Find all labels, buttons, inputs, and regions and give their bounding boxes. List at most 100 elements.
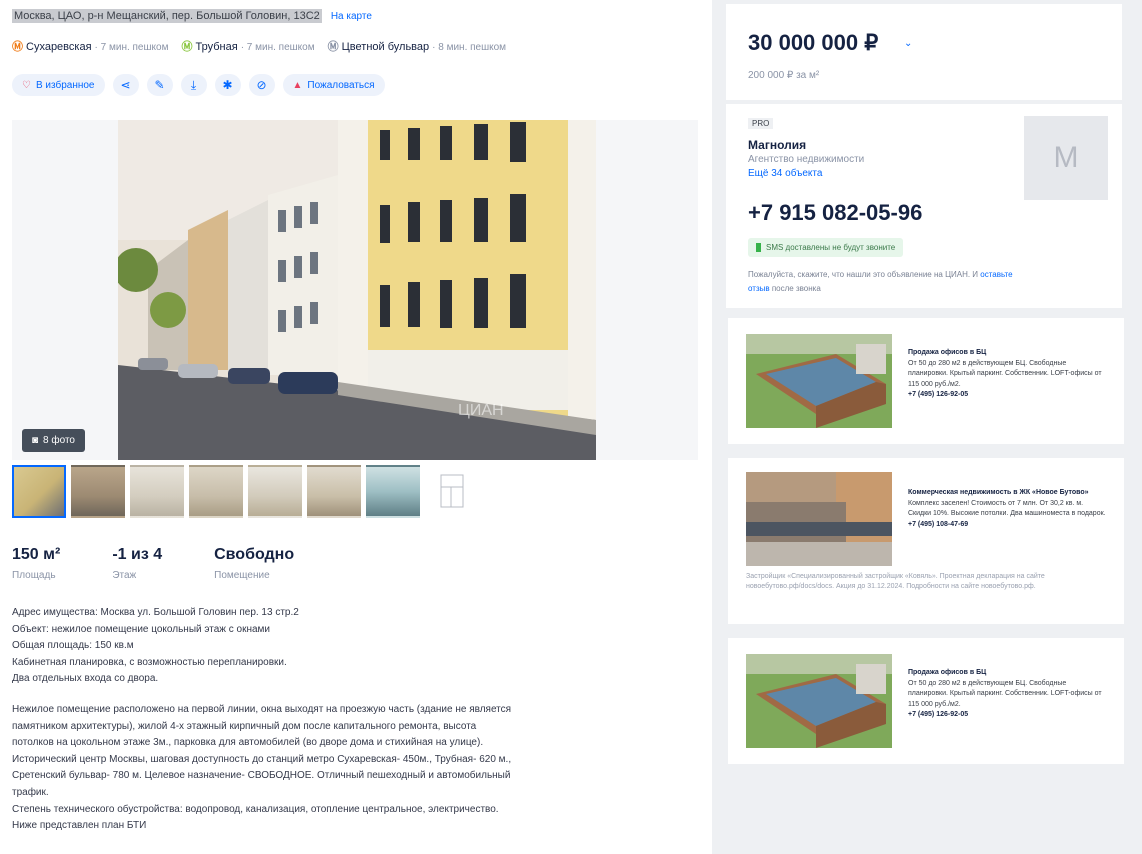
description-line: потолков на цокольном этаже 3м., парковк… — [12, 737, 484, 749]
address-text[interactable]: Москва, ЦАО, р-н Мещанский, пер. Большой… — [12, 9, 322, 23]
description-line: Нежилое помещение расположено на первой … — [12, 703, 512, 715]
mention-text: Пожалуйста, скажите, что нашли это объяв… — [748, 270, 981, 279]
ad-title: Продажа офисов в БЦ — [908, 669, 987, 676]
ad-phone: +7 (495) 126-92-05 — [908, 711, 969, 718]
fact-label: Площадь — [12, 570, 56, 581]
photo-gallery: ЦИАН ◙ 8 фото — [12, 120, 698, 460]
residential-building-image — [746, 472, 892, 566]
action-bar: ♡ В избранное ⋖ ✎ ⤓ ✱ ⊘ ▲ Пожаловаться — [12, 74, 385, 96]
settings-button[interactable]: ✱ — [214, 74, 241, 96]
pro-badge: PRO — [748, 118, 774, 129]
price-history-button[interactable]: ⌄ — [904, 38, 912, 49]
chevron-down-icon: ⌄ — [904, 38, 913, 49]
metro-walk-time: · 7 мин. пешком — [240, 42, 315, 53]
mention-note: Пожалуйста, скажите, что нашли это объяв… — [748, 268, 1018, 296]
metro-name: Цветной бульвар — [341, 41, 430, 53]
street-photo-image: ЦИАН — [118, 120, 596, 460]
thumbnail[interactable] — [248, 465, 302, 518]
thumbnail[interactable] — [366, 465, 420, 518]
ad-text: Коммерческая недвижимость в ЖК «Новое Бу… — [908, 488, 1108, 530]
ad-body: Комплекс заселен! Стоимость от 7 млн. От… — [908, 499, 1106, 518]
map-link[interactable]: На карте — [331, 11, 372, 22]
hide-button[interactable]: ⊘ — [248, 74, 275, 96]
ad-disclaimer: Застройщик «Специализированный застройщи… — [746, 573, 1045, 590]
photo-count-label: 8 фото — [43, 435, 75, 446]
phone-number[interactable]: +7 915 082-05-96 — [748, 200, 922, 226]
description-line: Два отдельных входа со двора. — [12, 673, 159, 685]
thumbnail[interactable] — [130, 465, 184, 518]
ad-title: Коммерческая недвижимость в ЖК «Новое Бу… — [908, 489, 1089, 496]
metro-icon: Ⓜ — [327, 41, 339, 53]
sms-notice-text: SMS доставлены не будут звоните — [766, 243, 896, 252]
office-building-image — [746, 334, 892, 428]
agent-logo[interactable]: M — [1024, 116, 1108, 200]
fact-premises: Свободно Помещение — [214, 546, 294, 581]
pencil-icon: ✎ — [154, 78, 165, 92]
description-line: памятником архитектуры), жилой 4-х этажн… — [12, 720, 477, 732]
phone-icon — [756, 243, 761, 253]
key-facts: 150 м² Площадь -1 из 4 Этаж Свободно Пом… — [12, 546, 294, 581]
share-button[interactable]: ⋖ — [112, 74, 139, 96]
description-line: Адрес имущества: Москва ул. Большой Голо… — [12, 607, 299, 618]
ad-image — [746, 472, 892, 566]
ad-image — [746, 334, 892, 428]
eye-off-icon: ⊘ — [256, 78, 267, 92]
camera-icon: ◙ — [32, 435, 39, 446]
thumbnail[interactable] — [189, 465, 243, 518]
price-card: 30 000 000 ₽ ⌄ 200 000 ₽ за м² — [726, 4, 1122, 100]
photo-count-button[interactable]: ◙ 8 фото — [22, 429, 85, 452]
agent-name[interactable]: Магнолия — [748, 138, 806, 152]
description-line: Степень технического обустройства: водоп… — [12, 803, 499, 815]
description: Адрес имущества: Москва ул. Большой Голо… — [12, 605, 702, 835]
metro-name: Трубная — [195, 41, 238, 53]
agent-more-link[interactable]: Ещё 34 объекта — [748, 168, 822, 179]
description-line: Объект: нежилое помещение цокольный этаж… — [12, 623, 271, 635]
download-icon: ⤓ — [190, 77, 197, 92]
ad-card-2[interactable]: Коммерческая недвижимость в ЖК «Новое Бу… — [728, 458, 1124, 624]
gear-icon: ✱ — [222, 78, 233, 92]
description-line: трафик. — [12, 786, 49, 798]
thumbnail[interactable] — [71, 465, 125, 518]
mention-text-end: после звонка — [769, 284, 821, 293]
ad-phone: +7 (495) 126-92-05 — [908, 391, 969, 398]
thumbnail[interactable] — [12, 465, 66, 518]
metro-station-2[interactable]: Ⓜ Трубная · 7 мин. пешком — [182, 41, 318, 53]
thumbnail-floor-plan[interactable] — [425, 465, 479, 518]
ad-text: Продажа офисов в БЦ От 50 до 280 м2 в де… — [908, 348, 1108, 401]
fact-label: Помещение — [214, 570, 270, 581]
fact-floor: -1 из 4 Этаж — [112, 546, 162, 581]
sms-notice: SMS доставлены не будут звоните — [748, 238, 904, 258]
note-button[interactable]: ✎ — [146, 74, 173, 96]
description-line: Общая площадь: 150 кв.м — [12, 640, 134, 652]
photo-watermark: ЦИАН — [458, 402, 504, 419]
favorite-label: В избранное — [35, 79, 95, 91]
fact-value: 150 м² — [12, 546, 61, 563]
complain-button[interactable]: ▲ Пожаловаться — [282, 74, 385, 96]
favorite-button[interactable]: ♡ В избранное — [12, 74, 105, 96]
listing-main: Москва, ЦАО, р-н Мещанский, пер. Большой… — [0, 0, 712, 854]
description-line: Сретенский бульвар- 780 м. Целевое назна… — [12, 770, 511, 782]
main-photo[interactable]: ЦИАН — [118, 120, 596, 460]
metro-station-3[interactable]: Ⓜ Цветной бульвар · 8 мин. пешком — [328, 41, 506, 53]
warning-icon: ▲ — [292, 79, 303, 91]
description-line: Исторический центр Москвы, шаговая досту… — [12, 753, 512, 765]
agent-logo-letter: M — [1053, 141, 1079, 174]
fact-value: Свободно — [214, 546, 295, 563]
metro-icon: Ⓜ — [181, 41, 193, 53]
download-button[interactable]: ⤓ — [180, 74, 207, 96]
fact-area: 150 м² Площадь — [12, 546, 60, 581]
metro-station-1[interactable]: Ⓜ Сухаревская · 7 мин. пешком — [12, 41, 172, 53]
description-line: Ниже представлен план БТИ — [12, 820, 147, 832]
ad-text: Продажа офисов в БЦ От 50 до 280 м2 в де… — [908, 668, 1108, 721]
office-building-image — [746, 654, 892, 748]
metro-name: Сухаревская — [26, 41, 92, 53]
metro-walk-time: · 7 мин. пешком — [94, 42, 169, 53]
ad-image — [746, 654, 892, 748]
ad-card-3[interactable]: Продажа офисов в БЦ От 50 до 280 м2 в де… — [728, 638, 1124, 764]
ad-card-1[interactable]: Продажа офисов в БЦ От 50 до 280 м2 в де… — [728, 318, 1124, 444]
thumbnail[interactable] — [307, 465, 361, 518]
fact-label: Этаж — [112, 570, 137, 581]
ad-body: От 50 до 280 м2 в действующем БЦ. Свобод… — [908, 359, 1102, 388]
metro-walk-time: · 8 мин. пешком — [432, 42, 507, 53]
